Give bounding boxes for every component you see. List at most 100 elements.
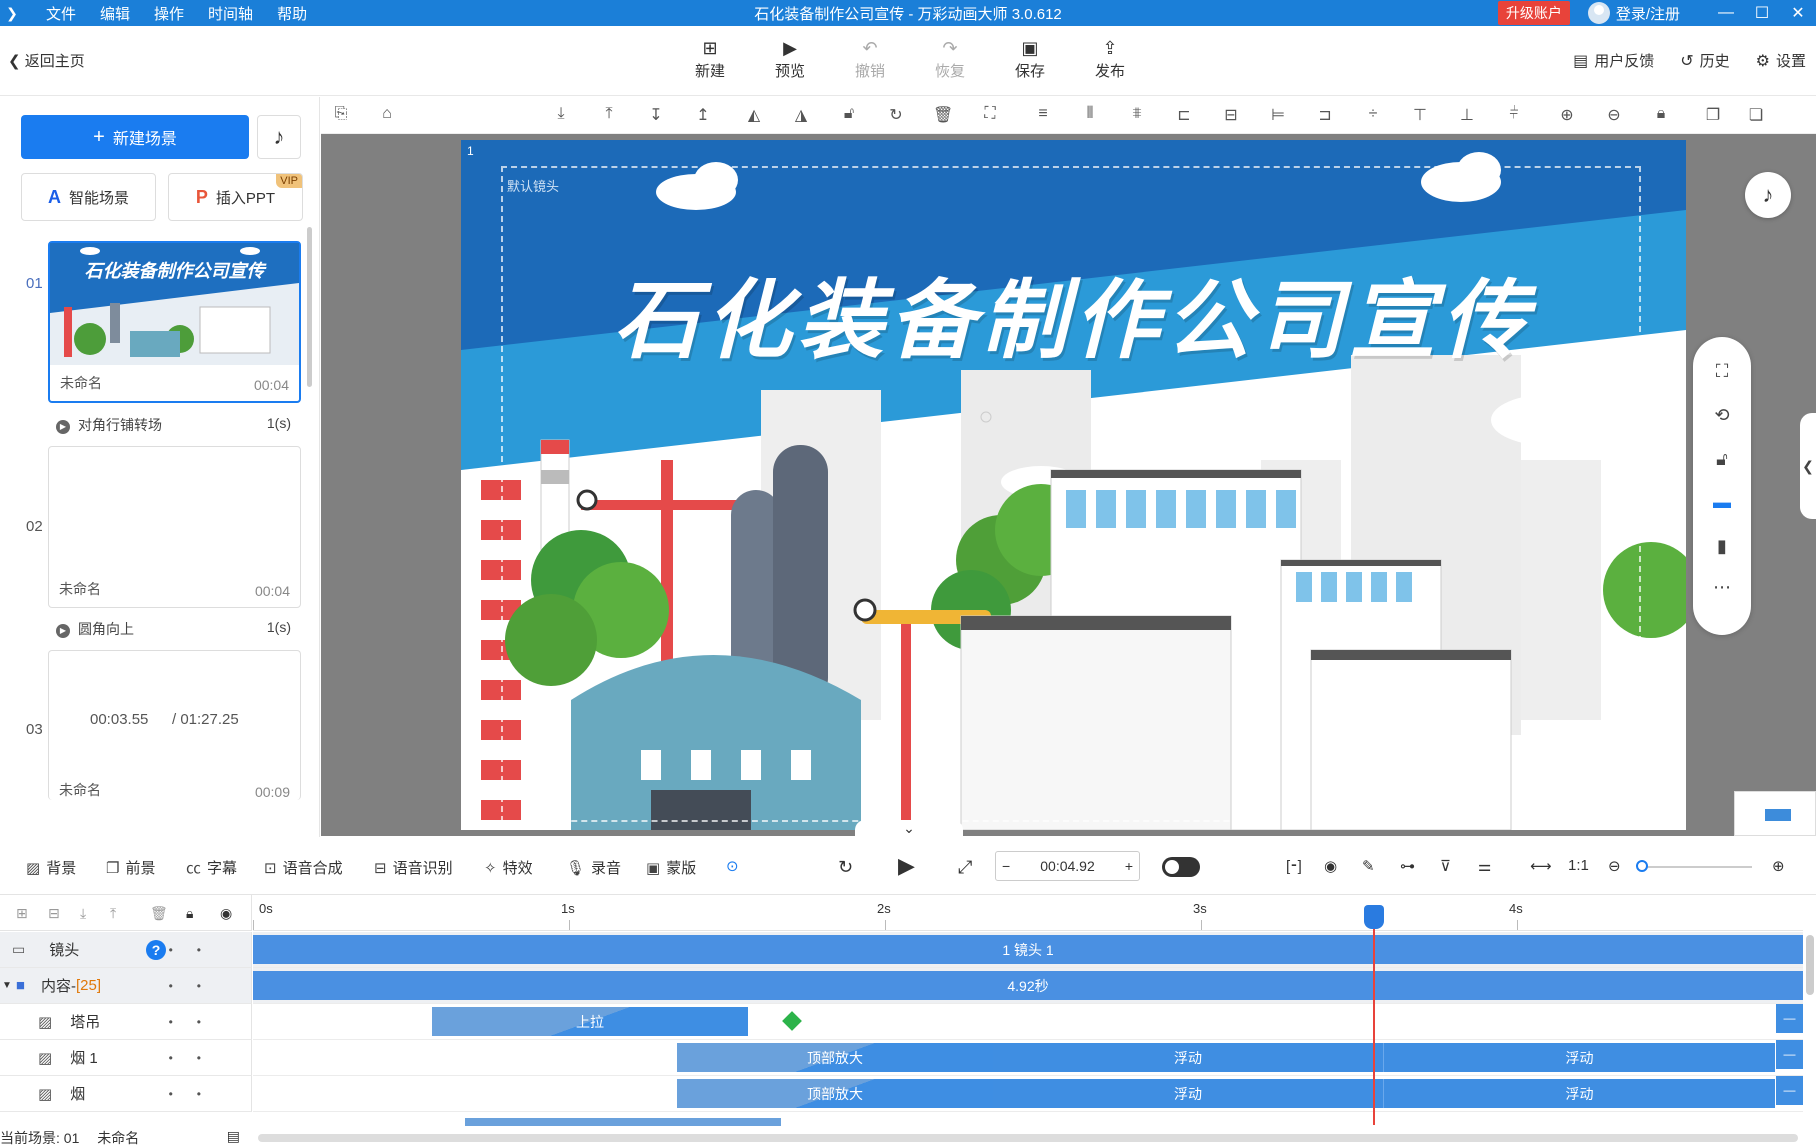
one-to-one-icon[interactable]: 1:1 [1568,857,1589,874]
timeline-ruler[interactable]: 0s 1s 2s 3s 4s [253,895,1803,931]
flip-horizontal-icon[interactable]: ◭ [744,105,764,125]
bottom-edge-icon[interactable]: ⊥ [1457,105,1477,125]
canvas-workspace[interactable]: 1 默认镜头 石化装备制作公司宣传 [321,134,1816,836]
track-content-folder[interactable]: ▼ ■ 内容- [25] •• [0,968,252,1004]
time-stepper[interactable]: − 00:04.92 + [995,851,1140,881]
collapse-right-panel-button[interactable]: ❮ [1800,413,1816,519]
music-button[interactable]: ♪ [257,115,301,159]
fullscreen-icon[interactable]: ⤢ [958,857,972,878]
preview-button[interactable]: ▶ 预览 [750,36,830,81]
unlock-icon[interactable]: 🔒︎ [1651,105,1671,123]
effects-button[interactable]: ✧ 特效 [484,857,533,878]
mini-map[interactable] [1734,791,1816,836]
scene-transition-02[interactable]: 圆角向上 1(s) [56,619,291,639]
play-icon[interactable]: ▶ [898,853,915,879]
track-end-stub[interactable]: — [1776,1004,1803,1033]
smart-scene-button[interactable]: A 智能场景 [21,173,156,221]
maximize-icon[interactable]: ☐ [1744,3,1780,23]
copy-icon[interactable]: ❐ [1703,105,1723,125]
track-toggles[interactable]: •• [169,943,225,957]
add-folder-icon[interactable]: ⊞ [16,905,28,922]
flip-vertical-icon[interactable]: ◮ [791,105,811,125]
portrait-screen-icon[interactable]: ▮ [1693,536,1751,557]
camera-clip[interactable]: 1 镜头 1 [253,935,1803,964]
fit-width-icon[interactable]: ⟷ [1530,857,1552,875]
new-folder-icon[interactable]: ⊟ [48,905,60,922]
scene-transition-01[interactable]: 对角行铺转场 1(s) [56,415,291,435]
background-music-button[interactable]: ♪ [1745,172,1791,218]
menu-file[interactable]: 文件 [34,3,88,24]
timeline-zoom-knob[interactable] [1636,860,1648,872]
track-toggles[interactable]: •• [169,1051,225,1065]
move-up-icon[interactable]: ⤒ [110,905,116,922]
center-h-icon[interactable]: ÷ [1363,105,1383,123]
rotate-device-icon[interactable]: ⟲ [1693,405,1751,426]
move-up-icon[interactable]: ↥ [693,105,713,125]
redo-button[interactable]: ↷ 恢复 [910,36,990,81]
back-home-button[interactable]: ❮ 返回主页 [8,50,85,71]
record-button[interactable]: 🎙︎ 录音 [566,857,621,878]
fit-screen-icon[interactable]: ⛶ [1693,361,1751,382]
speech-recognition-button[interactable]: ⊟ 语音识别 [374,857,453,878]
trash-icon[interactable]: 🗑︎ [150,905,168,922]
eye-icon[interactable]: ◉ [220,905,232,922]
scene-card-02[interactable]: 未命名 00:04 [48,446,301,608]
rotate-icon[interactable]: ↻ [886,105,906,125]
scene-list-scrollbar[interactable] [307,227,312,387]
menu-edit[interactable]: 编辑 [88,3,142,24]
track-toggles[interactable]: •• [169,1015,225,1029]
edit-icon[interactable]: ✎ [1362,857,1375,875]
split-icon[interactable]: ⊶ [1400,857,1415,875]
format-painter-icon[interactable]: ⎘ [331,105,351,123]
track-toggles[interactable]: •• [169,1087,225,1101]
timeline-zoom-in-icon[interactable]: ⊕ [1772,857,1785,875]
paste-icon[interactable]: ❏ [1746,105,1766,125]
mask-button[interactable]: ▣ 蒙版 [646,857,696,878]
timeline-vertical-scrollbar[interactable] [1806,935,1814,995]
timeline-horizontal-scrollbar[interactable] [258,1134,1798,1142]
delete-icon[interactable]: 🗑︎ [933,105,953,125]
float-clip[interactable]: 浮动 [993,1043,1383,1072]
partial-clip[interactable] [465,1118,781,1126]
lock-canvas-icon[interactable]: 🔓︎ [1693,449,1751,470]
help-icon[interactable]: ? [146,939,166,960]
scene-list-icon[interactable]: ▤ [227,1128,240,1145]
align-middle-icon[interactable]: ⦀ [1080,105,1100,123]
time-increment-button[interactable]: + [1125,858,1133,874]
align-top-icon[interactable]: ≡ [1033,105,1053,123]
expand-arrow-icon[interactable]: ▼ [2,980,12,991]
camera-bracket-icon[interactable]: [⁃] [1286,857,1302,875]
adjust-icon[interactable]: ⚌ [1478,857,1491,875]
distribute-h-icon[interactable]: ⊟ [1221,105,1241,125]
move-down-icon[interactable]: ⤓ [80,905,86,922]
upgrade-account-button[interactable]: 升级账户 [1497,1,1570,25]
foreground-button[interactable]: ❐ 前景 [106,857,155,878]
menu-timeline[interactable]: 时间轴 [196,3,265,24]
align-left-icon[interactable]: ⊏ [1174,105,1194,125]
align-right-icon[interactable]: ⊐ [1315,105,1335,125]
lock-icon[interactable]: 🔒︎ [186,905,193,922]
history-button[interactable]: ↺ 历史 [1680,50,1729,71]
camera-frame[interactable] [501,166,1641,822]
pull-up-clip[interactable]: 上拉 [432,1007,748,1036]
scene-card-01[interactable]: 石化装备制作公司宣传 未命名 00:04 [48,241,301,403]
insert-ppt-button[interactable]: P 插入PPT VIP [168,173,303,221]
move-bottom-icon[interactable]: ⤓ [551,105,571,123]
filter-icon[interactable]: ⊽ [1440,857,1451,875]
feedback-button[interactable]: ▤ 用户反馈 [1573,50,1654,71]
speech-synthesis-button[interactable]: ⊡ 语音合成 [264,857,343,878]
track-end-stub[interactable]: — [1776,1076,1803,1105]
close-icon[interactable]: ✕ [1780,3,1816,23]
more-tools-button[interactable]: ⊙ [726,857,745,875]
zoom-in-icon[interactable]: ⊕ [1557,105,1577,125]
move-top-icon[interactable]: ⤒ [599,105,619,123]
subtitle-button[interactable]: ㏄字幕 [186,857,237,878]
home-icon[interactable]: ⌂ [377,105,397,123]
background-button[interactable]: ▨ 背景 [26,857,76,878]
move-down-icon[interactable]: ↧ [646,105,666,125]
playhead-line[interactable] [1373,905,1375,1125]
top-zoom-clip[interactable]: 顶部放大 [677,1079,993,1108]
center-v-icon[interactable]: ⫩ [1504,105,1524,123]
float-clip[interactable]: 浮动 [993,1079,1383,1108]
menu-operate[interactable]: 操作 [142,3,196,24]
